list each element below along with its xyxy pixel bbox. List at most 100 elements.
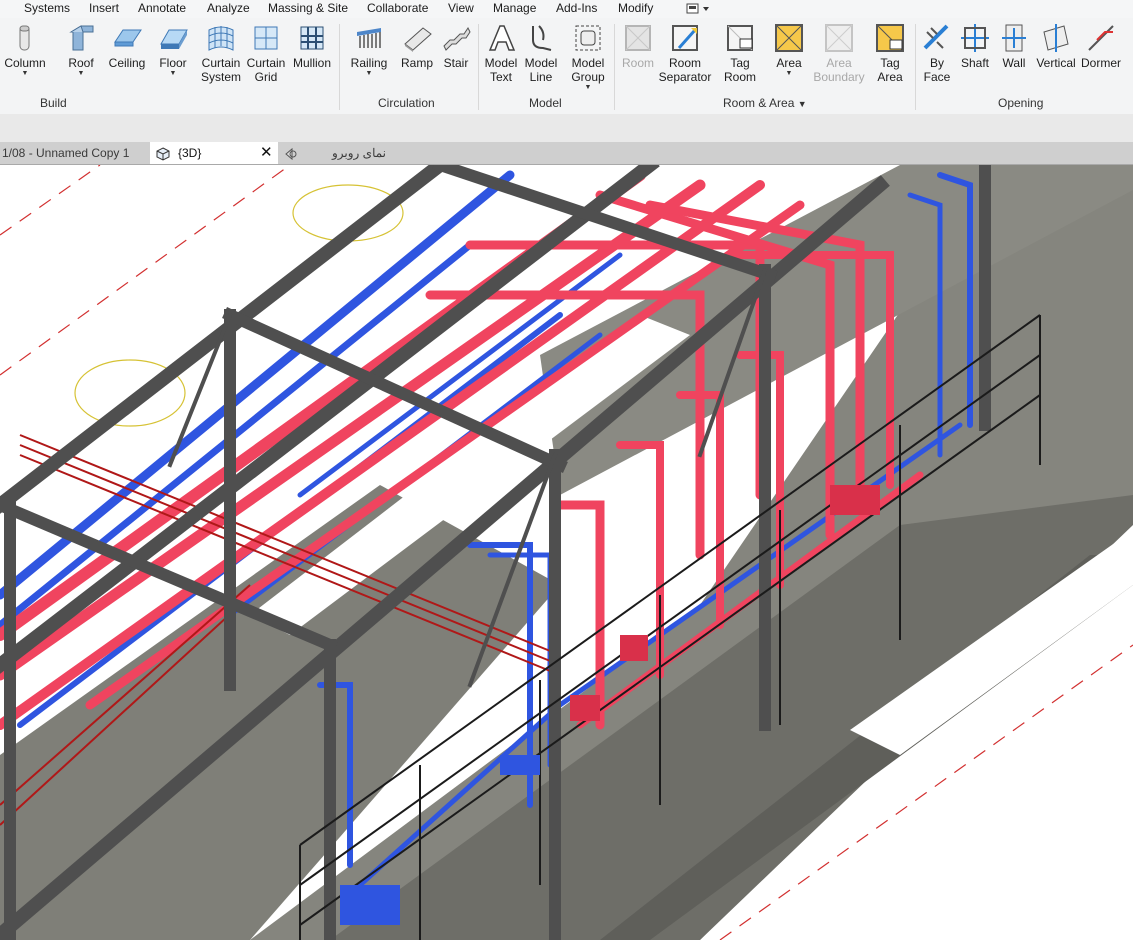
area-boundary-button[interactable]: Area Boundary bbox=[811, 22, 867, 84]
model-group-button[interactable]: Model Group ▼ bbox=[566, 22, 610, 92]
room-separator-button[interactable]: Room Separator bbox=[658, 22, 712, 84]
column-icon bbox=[19, 25, 30, 51]
railing-label: Railing bbox=[350, 56, 388, 70]
roof-label: Roof bbox=[68, 56, 94, 70]
curtain-grid-button[interactable]: Curtain Grid bbox=[244, 22, 288, 84]
group-divider bbox=[915, 24, 916, 110]
mullion-label: Mullion bbox=[292, 56, 331, 70]
roof-icon bbox=[69, 25, 94, 51]
model-text-label: Model Text bbox=[484, 56, 518, 84]
group-divider bbox=[614, 24, 615, 110]
ribbon-options-icon[interactable] bbox=[686, 2, 712, 15]
area-label: Area bbox=[776, 56, 802, 70]
ramp-label: Ramp bbox=[400, 56, 433, 70]
stair-button[interactable]: Stair bbox=[436, 22, 476, 70]
shaft-button[interactable]: Shaft bbox=[956, 22, 994, 70]
floor-label: Floor bbox=[159, 56, 187, 70]
curtain-grid-icon bbox=[254, 26, 278, 50]
view-tab-elevation[interactable]: نمای روبرو bbox=[280, 142, 480, 164]
view-tab-3d-label: {3D} bbox=[178, 146, 202, 160]
wall-opening-icon bbox=[1002, 24, 1026, 52]
menu-collaborate[interactable]: Collaborate bbox=[367, 1, 428, 15]
vertical-opening-label: Vertical bbox=[1036, 56, 1076, 70]
ceiling-button[interactable]: Ceiling bbox=[104, 22, 150, 70]
area-boundary-label: Area Boundary bbox=[813, 56, 865, 84]
view-tab-3d[interactable]: {3D} ✕ bbox=[150, 142, 278, 164]
curtain-system-button[interactable]: Curtain System bbox=[197, 22, 245, 84]
by-face-label: By Face bbox=[923, 56, 951, 84]
close-icon[interactable]: ✕ bbox=[260, 142, 273, 164]
room-label: Room bbox=[621, 56, 654, 70]
shaft-icon bbox=[961, 24, 989, 52]
curtain-system-icon bbox=[208, 26, 234, 51]
view-tab-elevation-label: نمای روبرو bbox=[332, 146, 387, 160]
view-tab-unnamed-copy-label: 1/08 - Unnamed Copy 1 bbox=[2, 146, 130, 160]
menu-annotate[interactable]: Annotate bbox=[138, 1, 186, 15]
railing-button[interactable]: Railing ▼ bbox=[346, 22, 392, 78]
roof-button[interactable]: Roof ▼ bbox=[58, 22, 104, 78]
tag-area-button[interactable]: Tag Area bbox=[870, 22, 910, 84]
area-icon bbox=[775, 24, 803, 52]
floor-button[interactable]: Floor ▼ bbox=[150, 22, 196, 78]
chevron-down-icon: ▼ bbox=[797, 99, 807, 109]
3d-viewport[interactable] bbox=[0, 165, 1133, 940]
by-face-button[interactable]: By Face bbox=[918, 22, 956, 84]
chevron-down-icon: ▼ bbox=[77, 70, 85, 77]
menu-insert[interactable]: Insert bbox=[89, 1, 119, 15]
room-separator-label: Room Separator bbox=[658, 56, 712, 84]
menu-modify[interactable]: Modify bbox=[618, 1, 653, 15]
dormer-label: Dormer bbox=[1080, 56, 1121, 70]
dormer-button[interactable]: Dormer bbox=[1078, 22, 1124, 70]
tag-room-label: Tag Room bbox=[723, 56, 756, 84]
ramp-button[interactable]: Ramp bbox=[396, 22, 438, 70]
opening-group-label: Opening bbox=[998, 96, 1044, 110]
ceiling-label: Ceiling bbox=[108, 56, 146, 70]
ribbon-footer-band bbox=[0, 114, 1133, 142]
chevron-down-icon: ▼ bbox=[365, 70, 373, 77]
column-button[interactable]: Column ▼ bbox=[2, 22, 48, 78]
curtain-grid-label: Curtain Grid bbox=[246, 56, 286, 84]
menu-analyze[interactable]: Analyze bbox=[207, 1, 250, 15]
model-text-icon bbox=[488, 25, 516, 51]
model-group-label: Model Group bbox=[571, 56, 605, 84]
tag-room-button[interactable]: Tag Room bbox=[718, 22, 762, 84]
3d-model-canvas[interactable] bbox=[0, 165, 1133, 940]
menu-view[interactable]: View bbox=[448, 1, 474, 15]
dormer-icon bbox=[1088, 25, 1114, 51]
model-text-button[interactable]: Model Text bbox=[481, 22, 521, 84]
chevron-down-icon: ▼ bbox=[169, 70, 177, 77]
menu-add-ins[interactable]: Add-Ins bbox=[556, 1, 597, 15]
menu-massing-site[interactable]: Massing & Site bbox=[268, 1, 348, 15]
menu-manage[interactable]: Manage bbox=[493, 1, 536, 15]
area-boundary-icon bbox=[825, 24, 853, 52]
stair-icon bbox=[443, 27, 471, 51]
group-divider bbox=[339, 24, 340, 110]
model-line-label: Model Line bbox=[524, 56, 558, 84]
mullion-button[interactable]: Mullion bbox=[289, 22, 335, 70]
curtain-system-label: Curtain System bbox=[200, 56, 241, 84]
ramp-icon bbox=[404, 27, 432, 52]
by-face-icon bbox=[923, 24, 949, 50]
vertical-opening-button[interactable]: Vertical bbox=[1034, 22, 1078, 70]
view-tab-unnamed-copy[interactable]: 1/08 - Unnamed Copy 1 bbox=[0, 142, 152, 164]
group-divider bbox=[478, 24, 479, 110]
chevron-down-icon: ▼ bbox=[21, 70, 29, 77]
room-icon bbox=[625, 25, 651, 51]
room-area-group-label[interactable]: Room & Area ▼ bbox=[723, 96, 807, 110]
room-button[interactable]: Room bbox=[618, 22, 658, 70]
menu-systems[interactable]: Systems bbox=[24, 1, 70, 15]
menu-bar: Systems Insert Annotate Analyze Massing … bbox=[0, 0, 1133, 18]
circulation-group-label: Circulation bbox=[378, 96, 435, 110]
view-tabs-bar: 1/08 - Unnamed Copy 1 {3D} ✕ نمای روبرو bbox=[0, 142, 1133, 165]
tag-room-icon bbox=[727, 25, 753, 51]
room-separator-icon bbox=[672, 25, 698, 51]
stair-label: Stair bbox=[443, 56, 469, 70]
build-group-label: Build bbox=[40, 96, 67, 110]
chevron-down-icon: ▼ bbox=[584, 84, 592, 91]
model-line-button[interactable]: Model Line bbox=[521, 22, 561, 84]
model-line-icon bbox=[532, 25, 552, 51]
model-group-icon bbox=[575, 25, 601, 51]
wall-opening-button[interactable]: Wall bbox=[996, 22, 1032, 70]
area-button[interactable]: Area ▼ bbox=[768, 22, 810, 78]
model-group-panel-label: Model bbox=[529, 96, 562, 110]
